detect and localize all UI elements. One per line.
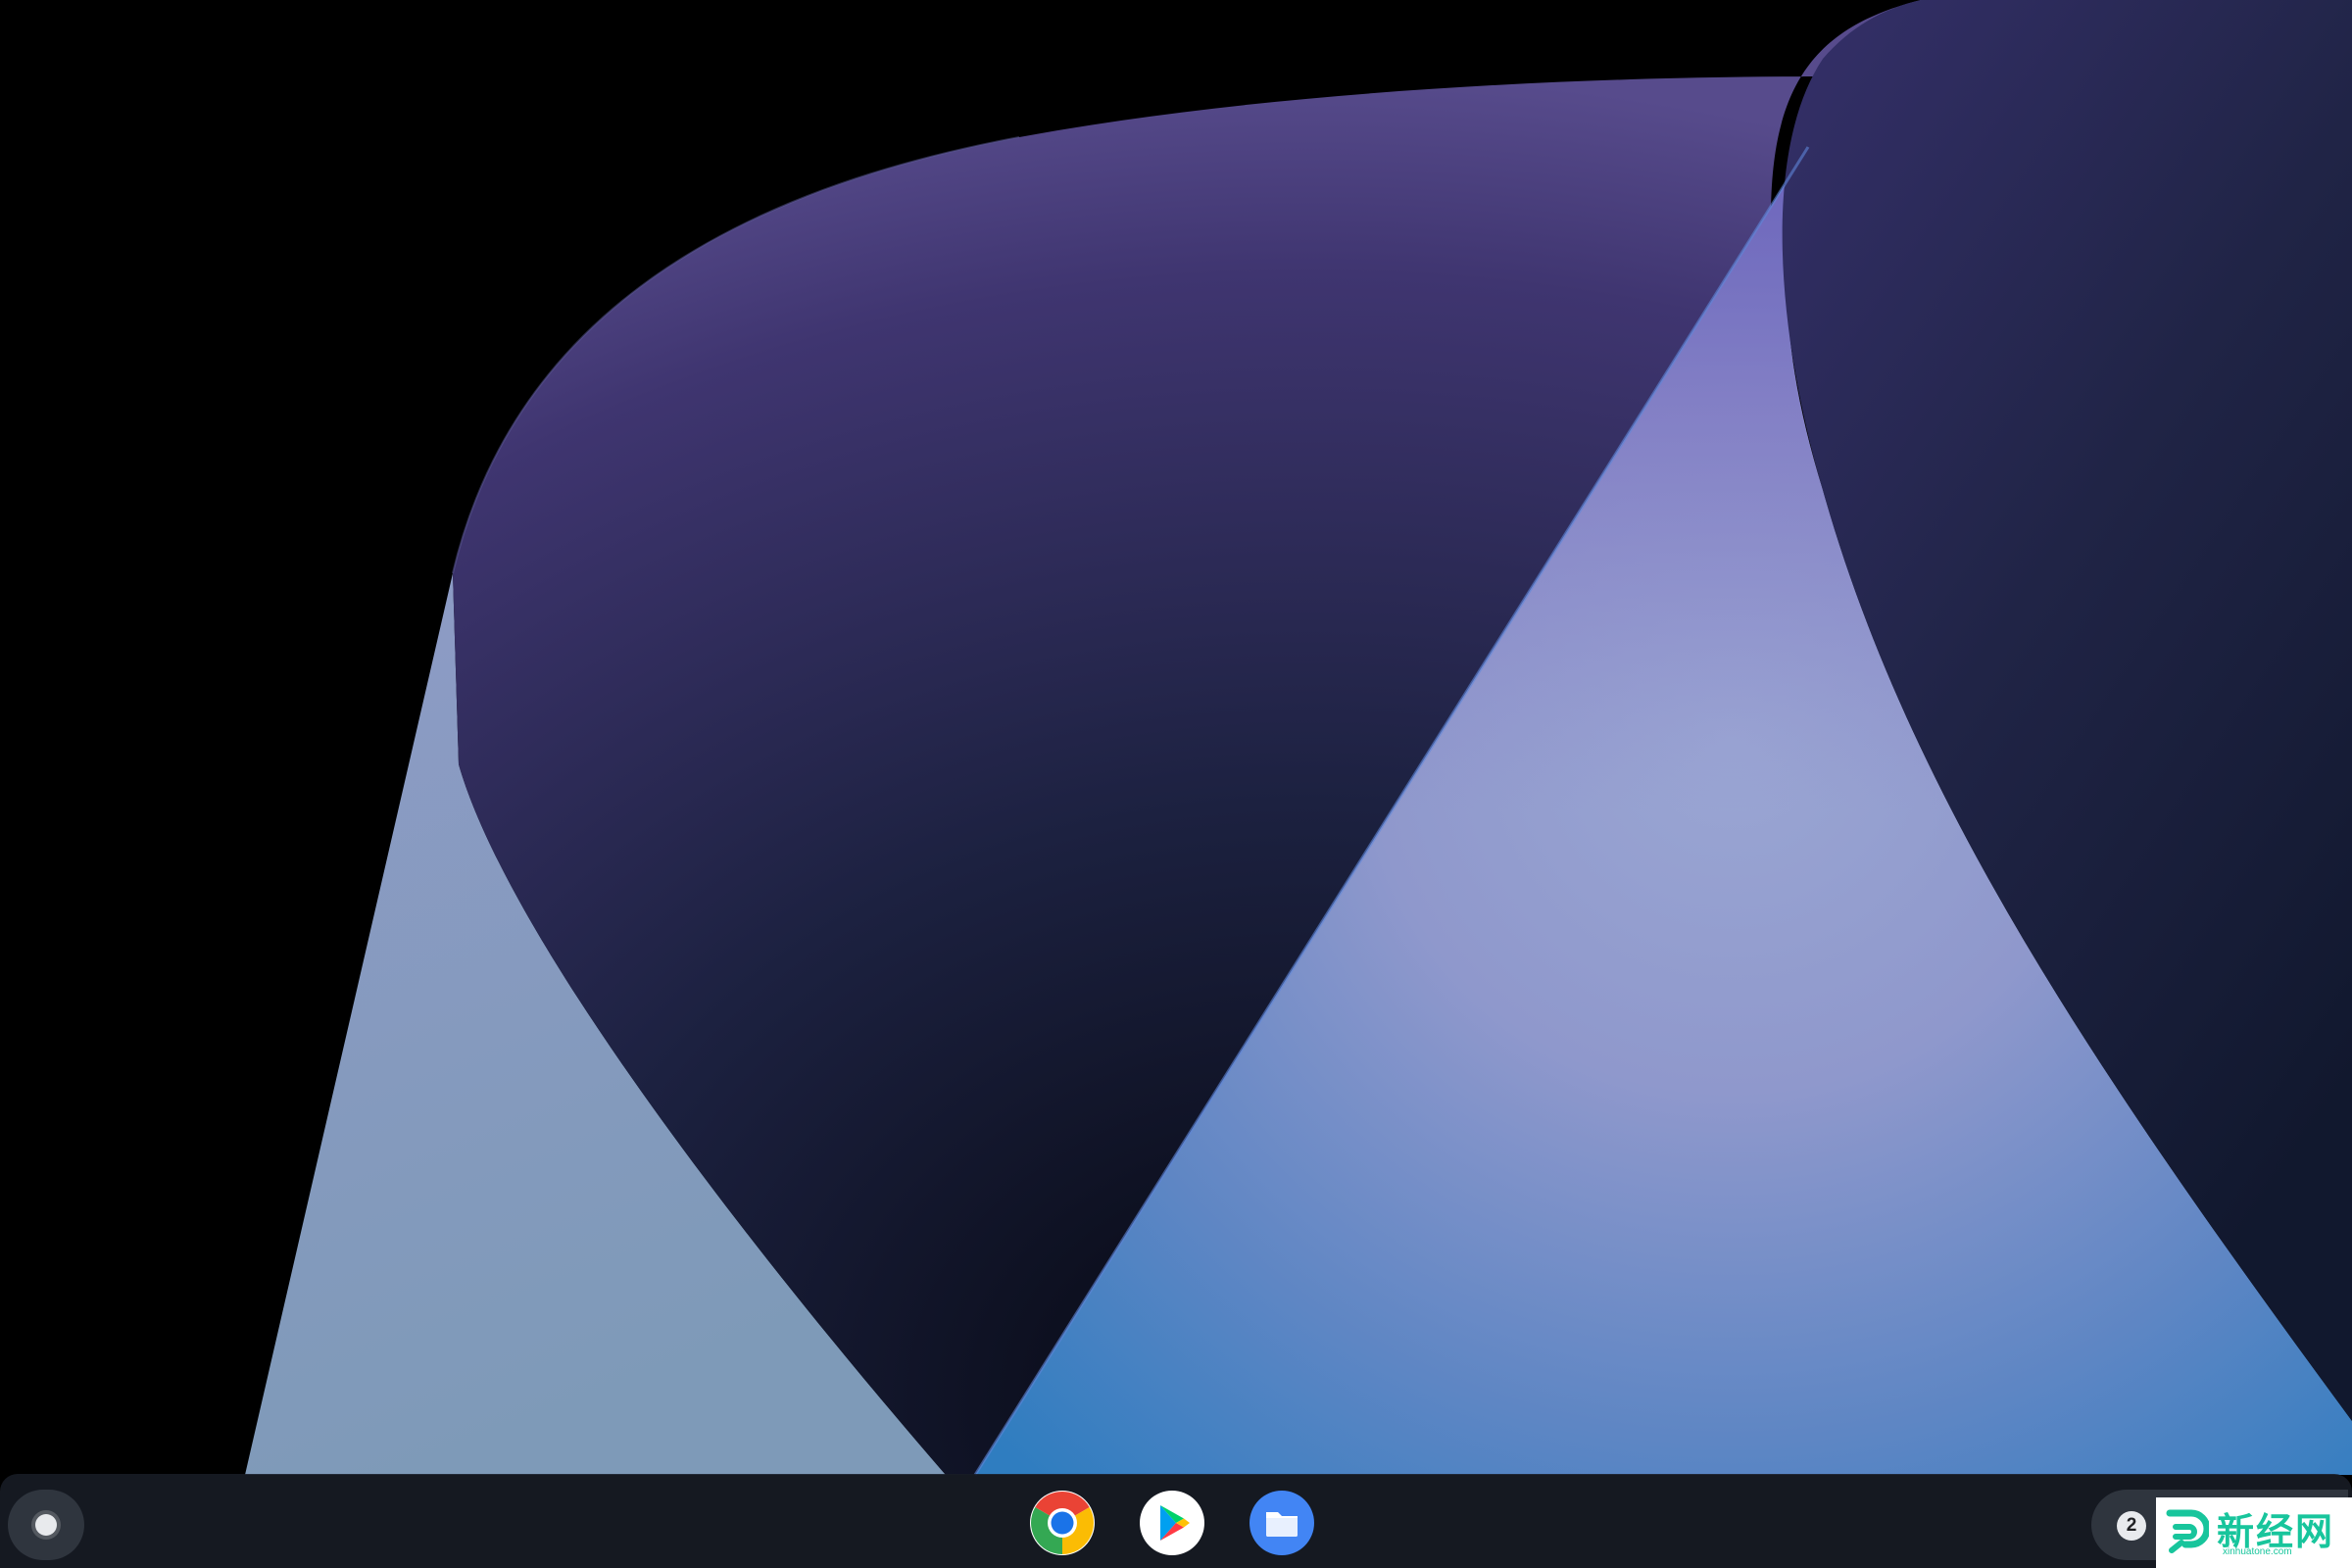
chrome-icon	[1030, 1491, 1095, 1555]
files-folder-icon	[1250, 1491, 1314, 1555]
launcher-button[interactable]	[8, 1490, 84, 1560]
notification-count-badge[interactable]: 2	[2117, 1511, 2146, 1541]
chrome-app-button[interactable]	[1029, 1490, 1096, 1556]
watermark-subtext: xinhuatone.com	[2223, 1546, 2292, 1557]
pinned-apps	[1029, 1490, 1315, 1556]
shelf: 2	[0, 1474, 2352, 1568]
play-store-icon	[1140, 1491, 1204, 1555]
desktop: 2 新经网 xinhuatone.com	[0, 0, 2352, 1568]
watermark-logo-icon	[2166, 1509, 2209, 1553]
files-app-button[interactable]	[1249, 1490, 1315, 1556]
play-store-app-button[interactable]	[1139, 1490, 1205, 1556]
launcher-circle-icon	[35, 1514, 57, 1536]
watermark: 新经网 xinhuatone.com	[2156, 1497, 2352, 1568]
wallpaper	[0, 0, 2352, 1568]
